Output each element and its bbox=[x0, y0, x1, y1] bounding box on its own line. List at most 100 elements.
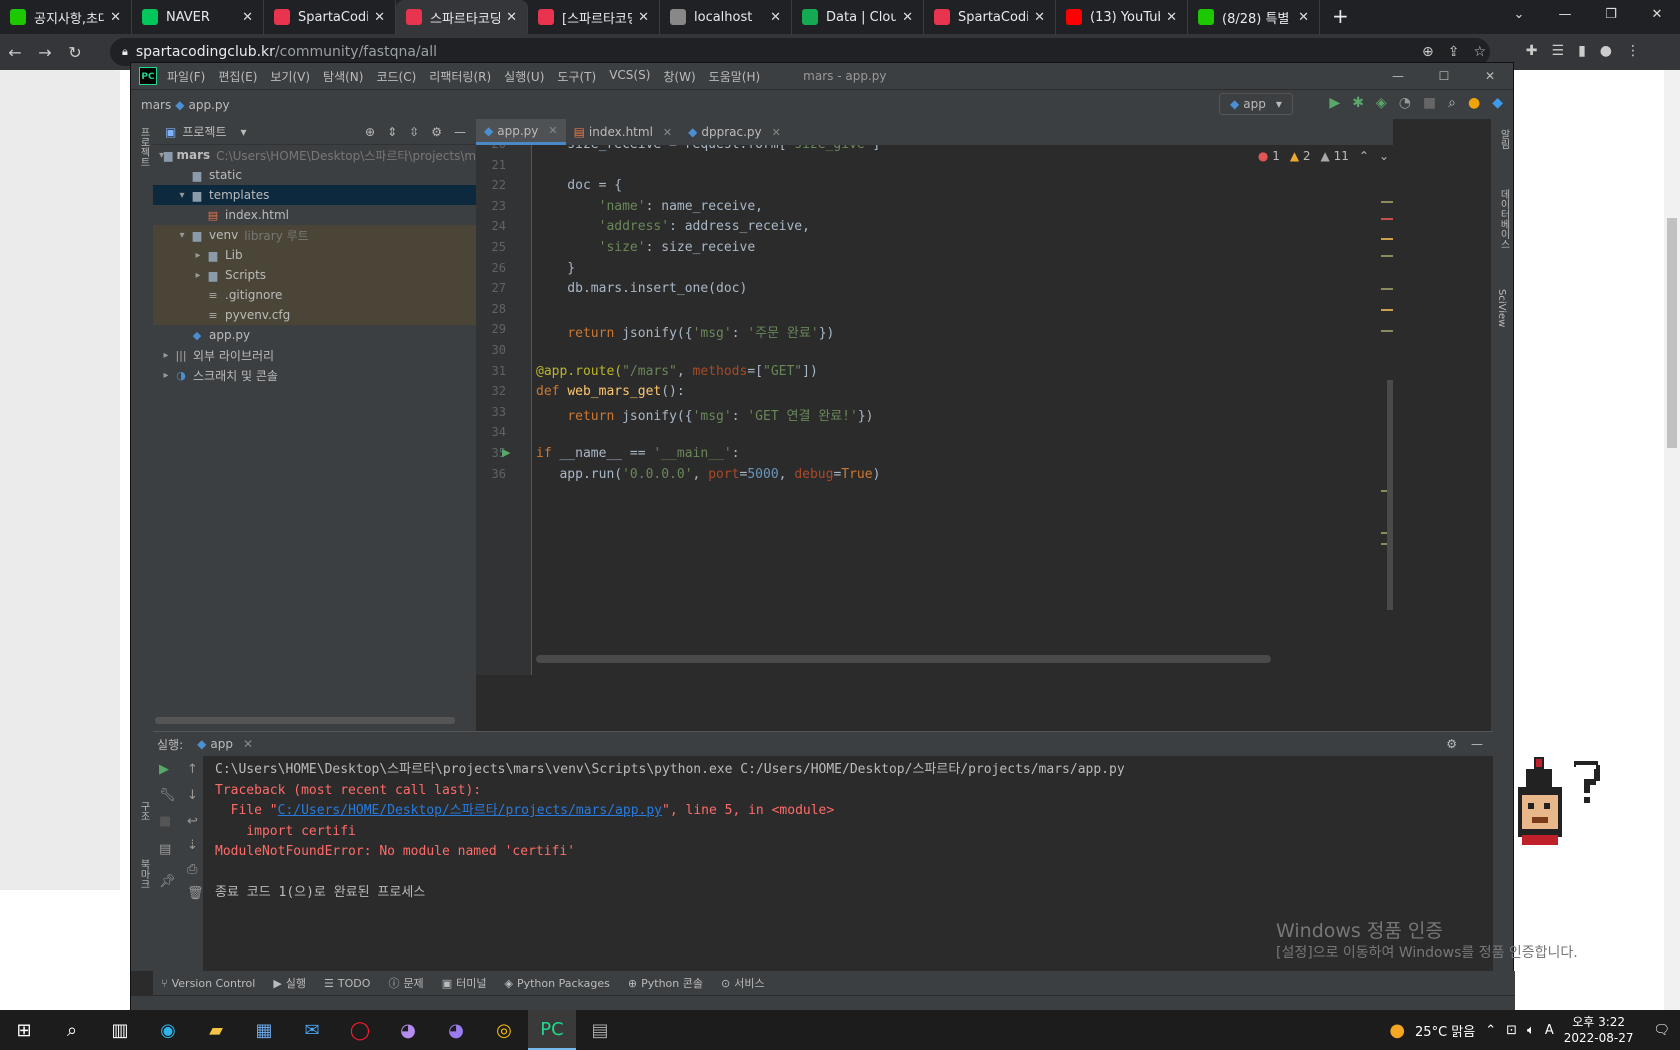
tree-item-lib[interactable]: ▸ ▆ Lib bbox=[153, 245, 476, 265]
browser-tab[interactable]: SpartaCoding ✕ bbox=[264, 0, 396, 34]
editor-error-stripe[interactable] bbox=[1381, 145, 1393, 675]
tree-arrow-icon[interactable]: ▸ bbox=[191, 250, 205, 261]
minimize-button[interactable]: — bbox=[1542, 0, 1588, 34]
edge-icon[interactable]: ◉ bbox=[144, 1010, 192, 1050]
close-tab-icon[interactable]: ✕ bbox=[506, 10, 517, 25]
close-tab-icon[interactable]: ✕ bbox=[1034, 10, 1045, 25]
weather-text[interactable]: 25°C 맑음 bbox=[1415, 1021, 1475, 1040]
tree-item-gitignore[interactable]: ≡ .gitignore bbox=[153, 285, 476, 305]
hide-icon[interactable]: — bbox=[1471, 737, 1483, 751]
bottom-tab[interactable]: ⊕ Python 콘솔 bbox=[628, 975, 703, 991]
code-line[interactable]: @app.route("/mars", methods=["GET"]) bbox=[536, 364, 818, 379]
run-config-select[interactable]: ◆ app ▾ bbox=[1219, 93, 1293, 115]
project-view-select[interactable]: 프로젝트 bbox=[182, 123, 226, 140]
new-tab-button[interactable]: + bbox=[1320, 0, 1361, 34]
search-icon[interactable]: ⌕ bbox=[1448, 95, 1456, 111]
editor-tab[interactable]: ◆ dpprac.py ✕ bbox=[680, 119, 789, 145]
menu-item[interactable]: 도움말(H) bbox=[709, 68, 761, 85]
mail-icon[interactable]: ✉ bbox=[288, 1010, 336, 1050]
breadcrumb-file[interactable]: app.py bbox=[188, 98, 229, 112]
hide-icon[interactable]: — bbox=[454, 125, 466, 139]
code-line[interactable]: db.mars.insert_one(doc) bbox=[536, 281, 747, 296]
stop-icon[interactable]: ■ bbox=[159, 814, 171, 829]
project-hscrollbar[interactable] bbox=[155, 717, 455, 724]
scroll-end-icon[interactable]: ⇣ bbox=[187, 838, 198, 853]
menu-item[interactable]: 실행(U) bbox=[504, 68, 544, 85]
inspection-widget[interactable]: ● 1 ▲ 2 ▲ 11 ⌃ ⌄ bbox=[1258, 149, 1389, 163]
browser-tab[interactable]: localhost ✕ bbox=[660, 0, 792, 34]
ide-close-button[interactable]: ✕ bbox=[1467, 63, 1513, 89]
close-tab-icon[interactable]: ✕ bbox=[110, 10, 121, 25]
debug-icon[interactable]: ✱ bbox=[1352, 95, 1364, 111]
coverage-icon[interactable]: ◈ bbox=[1376, 95, 1387, 111]
code-line[interactable]: 'name': name_receive, bbox=[536, 199, 763, 214]
tab-search-icon[interactable]: ⌄ bbox=[1496, 0, 1542, 34]
code-line[interactable]: 'size': size_receive bbox=[536, 240, 756, 255]
gear-icon[interactable]: ⚙ bbox=[431, 125, 442, 139]
notification-icon[interactable]: 🗨︎ bbox=[1653, 1023, 1670, 1038]
tree-item-pyvenv-cfg[interactable]: ≡ pyvenv.cfg bbox=[153, 305, 476, 325]
calculator-icon[interactable]: ▤ bbox=[576, 1010, 624, 1050]
menu-item[interactable]: 코드(C) bbox=[376, 68, 416, 85]
reload-icon[interactable]: ↻ bbox=[60, 43, 90, 62]
close-tab-icon[interactable]: ✕ bbox=[1298, 10, 1309, 25]
code-editor[interactable]: 2021222324252627282930313233343536▶ size… bbox=[476, 145, 1393, 675]
gear-icon[interactable]: ⚙ bbox=[1446, 737, 1457, 751]
task-view-icon[interactable]: ▥ bbox=[96, 1010, 144, 1050]
browser-tab[interactable]: Data | Cloud ✕ bbox=[792, 0, 924, 34]
menu-item[interactable]: 보기(V) bbox=[270, 68, 310, 85]
menu-item[interactable]: 리팩터링(R) bbox=[429, 68, 491, 85]
windows-start-icon[interactable]: ⊞ bbox=[0, 1010, 48, 1050]
menu-item[interactable]: VCS(S) bbox=[609, 68, 650, 85]
bottom-tab[interactable]: ◈ Python Packages bbox=[504, 977, 609, 990]
editor-tab[interactable]: ◆ app.py ✕ bbox=[476, 119, 566, 145]
store-icon[interactable]: ▦ bbox=[240, 1010, 288, 1050]
tree-arrow-icon[interactable]: ▸ bbox=[159, 350, 173, 361]
ide-maximize-button[interactable]: ☐ bbox=[1421, 63, 1467, 89]
bottom-tab[interactable]: ⊙ 서비스 bbox=[721, 975, 765, 991]
collapse-all-icon[interactable]: ⇳ bbox=[409, 125, 419, 139]
run-tab-app[interactable]: ◆ app ✕ bbox=[197, 737, 253, 751]
tree-item-scripts[interactable]: ▸ ▆ Scripts bbox=[153, 265, 476, 285]
pin-icon[interactable]: 📌︎ bbox=[159, 874, 176, 889]
scroll-up-icon[interactable]: ↑ bbox=[187, 762, 198, 777]
close-tab-icon[interactable]: ✕ bbox=[902, 10, 913, 25]
menu-item[interactable]: 파일(F) bbox=[167, 68, 205, 85]
tree-item-templates[interactable]: ▾ ▆ templates bbox=[153, 185, 476, 205]
close-tab-icon[interactable]: ✕ bbox=[548, 124, 557, 137]
run-console-output[interactable]: C:\Users\HOME\Desktop\스파르타\projects\mars… bbox=[215, 760, 1125, 904]
discord-alt-icon[interactable]: ◕ bbox=[432, 1010, 480, 1050]
profile-icon[interactable]: ◔ bbox=[1399, 95, 1411, 111]
menu-item[interactable]: 편집(E) bbox=[218, 68, 257, 85]
database-tool-button[interactable]: 데이터베이스 bbox=[1496, 189, 1511, 249]
browser-tab[interactable]: (8/28) 특별 접 ✕ bbox=[1188, 0, 1320, 34]
search-icon[interactable]: ⌕ bbox=[48, 1010, 96, 1050]
menu-item[interactable]: 도구(T) bbox=[557, 68, 596, 85]
breadcrumb-project[interactable]: mars bbox=[141, 98, 171, 112]
tree-arrow-icon[interactable]: ▸ bbox=[191, 270, 205, 281]
close-tab-icon[interactable]: ✕ bbox=[770, 10, 781, 25]
tree-item-static[interactable]: ▆ static bbox=[153, 165, 476, 185]
tree-item-mars[interactable]: ▾ ▆ mars C:\Users\HOME\Desktop\스파르타\project… bbox=[153, 145, 476, 165]
bottom-tab[interactable]: ▶ 실행 bbox=[273, 975, 306, 991]
print-icon[interactable]: ⎙ bbox=[187, 862, 197, 877]
sciview-tool-button[interactable]: SciView bbox=[1496, 289, 1507, 327]
share-icon[interactable]: ⇪ bbox=[1448, 44, 1460, 60]
run-gutter-icon[interactable]: ▶ bbox=[502, 446, 510, 459]
browser-tab[interactable]: (13) YouTube ✕ bbox=[1056, 0, 1188, 34]
menu-item[interactable]: 탐색(N) bbox=[323, 68, 363, 85]
close-icon[interactable]: ✕ bbox=[243, 737, 253, 751]
browser-tab[interactable]: [스파르타코딩 ✕ bbox=[528, 0, 660, 34]
layout-icon[interactable]: ▤ bbox=[159, 842, 171, 857]
scroll-down-icon[interactable]: ↓ bbox=[187, 788, 198, 803]
tree-item-venv[interactable]: ▾ ▆ venv library 루트 bbox=[153, 225, 476, 245]
code-line[interactable]: return jsonify({'msg': 'GET 연결 완료!'}) bbox=[536, 405, 873, 424]
reading-list-icon[interactable]: ☰ bbox=[1552, 43, 1565, 59]
profile-avatar[interactable]: ● bbox=[1600, 43, 1612, 59]
tree-arrow-icon[interactable]: ▾ bbox=[175, 190, 189, 201]
close-tab-icon[interactable]: ✕ bbox=[663, 126, 672, 139]
editor-tab[interactable]: ▤ index.html ✕ bbox=[566, 119, 681, 145]
bottom-tab[interactable]: ⓘ 문제 bbox=[388, 975, 423, 991]
extensions-icon[interactable]: ✚ bbox=[1526, 43, 1538, 59]
discord-icon[interactable]: ◕ bbox=[384, 1010, 432, 1050]
